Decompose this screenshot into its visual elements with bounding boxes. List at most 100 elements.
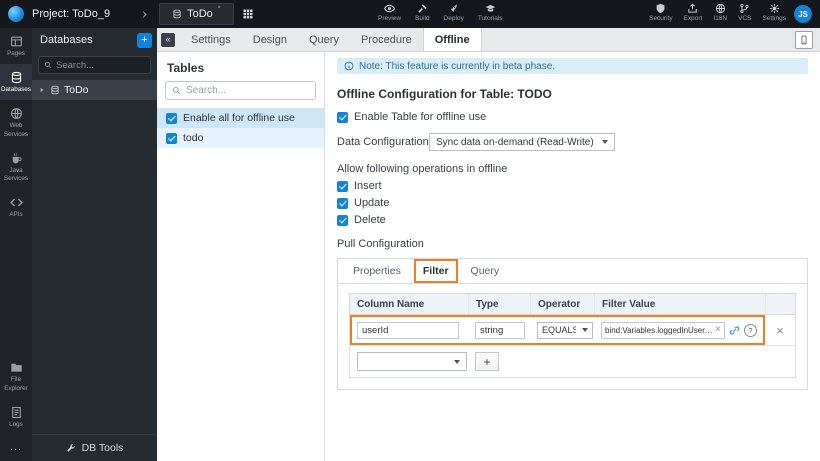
cell-operator: EQUALS — [530, 321, 594, 339]
logs-label: Logs — [9, 420, 23, 428]
rocket-icon — [450, 4, 457, 12]
tab-design[interactable]: Design — [242, 28, 298, 51]
sidebar-item-java-services[interactable]: Java Services — [0, 145, 32, 189]
tab-pull-query[interactable]: Query — [462, 259, 509, 283]
add-database-button[interactable]: + — [137, 32, 152, 48]
filter-value-input[interactable]: bind:Variables.loggedInUser.data × — [601, 321, 725, 339]
vcs-button[interactable]: VCS — [738, 3, 752, 22]
delete-checkbox[interactable] — [337, 214, 348, 226]
hammer-icon — [418, 4, 427, 13]
header-column-name: Column Name — [357, 298, 425, 310]
tab-query[interactable]: Query — [298, 28, 350, 51]
db-tools-label: DB Tools — [81, 442, 124, 454]
type-input[interactable]: string — [475, 321, 525, 339]
insert-label: Insert — [354, 180, 382, 192]
chevron-right-icon — [142, 10, 147, 18]
bind-link-icon[interactable] — [729, 325, 740, 336]
offline-configuration-pane: Note: This feature is currently in beta … — [325, 52, 820, 461]
logs-icon — [11, 406, 21, 418]
build-button[interactable]: Build — [415, 3, 430, 22]
sidebar-item-file-explorer[interactable]: File Explorer — [0, 354, 32, 398]
sidebar-item-apis[interactable]: APIs — [0, 189, 32, 225]
enable-table-offline-row: Enable Table for offline use — [337, 111, 808, 123]
tree-item-todo-database[interactable]: ToDo — [32, 80, 157, 100]
sidebar-item-pages[interactable]: Pages — [0, 28, 32, 64]
filter-value-text: bind:Variables.loggedInUser.data — [605, 325, 714, 335]
sidebar-item-databases[interactable]: Databases — [0, 64, 32, 101]
graduation-cap-icon — [485, 4, 495, 12]
workspace-tab-label: ToDo — [187, 8, 213, 20]
sidebar-item-web-services[interactable]: Web Services — [0, 100, 32, 144]
enable-table-checkbox[interactable] — [337, 111, 348, 123]
databases-search-placeholder: Search... — [56, 59, 95, 71]
databases-panel: Databases + Search... ToDo DB Tools — [32, 28, 157, 461]
apis-icon — [9, 198, 23, 207]
java-services-label: Java Services — [3, 166, 29, 182]
help-icon[interactable]: ? — [744, 323, 757, 337]
chevron-down-icon — [602, 140, 608, 144]
tab-offline[interactable]: Offline — [422, 28, 482, 51]
folder-icon — [10, 364, 22, 373]
apis-label: APIs — [9, 211, 23, 219]
tree-item-label: ToDo — [64, 84, 89, 96]
workspace-grid-icon[interactable] — [242, 8, 254, 20]
operator-select[interactable]: EQUALS — [537, 321, 593, 339]
clear-value-icon[interactable]: × — [715, 325, 721, 335]
insert-checkbox[interactable] — [337, 180, 348, 192]
data-configuration-value: Sync data on-demand (Read-Write) — [436, 136, 594, 148]
deploy-button[interactable]: Deploy — [444, 3, 464, 22]
header-center-actions: Preview Build Deploy Tutorials — [378, 3, 503, 22]
enable-all-checkbox[interactable] — [166, 112, 177, 124]
pull-configuration-card: Properties Filter Query Column Name Type… — [337, 258, 808, 390]
more-options-icon[interactable]: ... — [0, 435, 32, 461]
tutorials-button[interactable]: Tutorials — [478, 3, 503, 22]
shield-icon — [656, 3, 665, 14]
delete-row-icon[interactable]: × — [765, 323, 795, 338]
export-button[interactable]: Export — [683, 3, 703, 22]
tree-expand-icon[interactable] — [38, 86, 46, 94]
preview-button[interactable]: Preview — [378, 3, 401, 22]
filter-table-header: Column Name Type Operator Filter Value — [350, 294, 795, 315]
filter-table: Column Name Type Operator Filter Value u… — [349, 293, 796, 378]
settings-button[interactable]: Settings — [763, 3, 786, 22]
tab-settings[interactable]: Settings — [180, 28, 242, 51]
collapse-panel-button[interactable]: « — [161, 33, 175, 47]
data-configuration-select[interactable]: Sync data on-demand (Read-Write) — [429, 133, 615, 151]
operations-label: Allow following operations in offline — [337, 163, 508, 175]
update-checkbox[interactable] — [337, 197, 348, 209]
export-icon — [688, 3, 698, 13]
db-tools-button[interactable]: DB Tools — [32, 434, 157, 461]
workspace-tab[interactable]: ToDo ° — [159, 3, 234, 25]
databases-panel-title: Databases — [40, 34, 93, 46]
eye-icon — [384, 4, 396, 13]
databases-search-input[interactable]: Search... — [38, 56, 151, 74]
tables-panel: Tables Search... Enable all for offline … — [157, 52, 325, 461]
app-logo-icon[interactable] — [8, 6, 24, 22]
activity-bar-spacer — [0, 225, 32, 354]
project-title: Project: ToDo_9 — [32, 8, 111, 20]
tab-properties[interactable]: Properties — [344, 259, 410, 283]
column-name-input[interactable]: userId — [357, 321, 459, 339]
todo-table-checkbox[interactable] — [166, 132, 177, 144]
database-icon — [11, 72, 21, 84]
update-label: Update — [354, 197, 390, 209]
filter-row-fields: userId string EQUALS bind:Variables.logg… — [350, 315, 765, 345]
tutorials-label: Tutorials — [477, 15, 503, 22]
user-avatar[interactable]: JS — [794, 5, 812, 23]
web-services-label: Web Services — [3, 122, 29, 138]
tab-filter[interactable]: Filter — [413, 259, 458, 283]
table-row-todo[interactable]: todo — [157, 128, 324, 148]
security-button[interactable]: Security — [649, 3, 673, 22]
tables-search-input[interactable]: Search... — [165, 81, 316, 100]
add-filter-row-button[interactable]: + — [475, 352, 499, 371]
device-preview-button[interactable] — [795, 31, 813, 49]
tab-procedure[interactable]: Procedure — [350, 28, 423, 51]
page-title: Offline Configuration for Table: TODO — [337, 87, 552, 101]
i18n-button[interactable]: I18N — [713, 3, 727, 22]
enable-all-offline-row[interactable]: Enable all for offline use — [157, 108, 324, 128]
sidebar-item-logs[interactable]: Logs — [0, 399, 32, 435]
new-column-select[interactable] — [357, 352, 467, 371]
export-label: Export — [683, 15, 703, 22]
operation-row-delete: Delete — [337, 214, 808, 226]
enable-table-label: Enable Table for offline use — [354, 111, 487, 123]
